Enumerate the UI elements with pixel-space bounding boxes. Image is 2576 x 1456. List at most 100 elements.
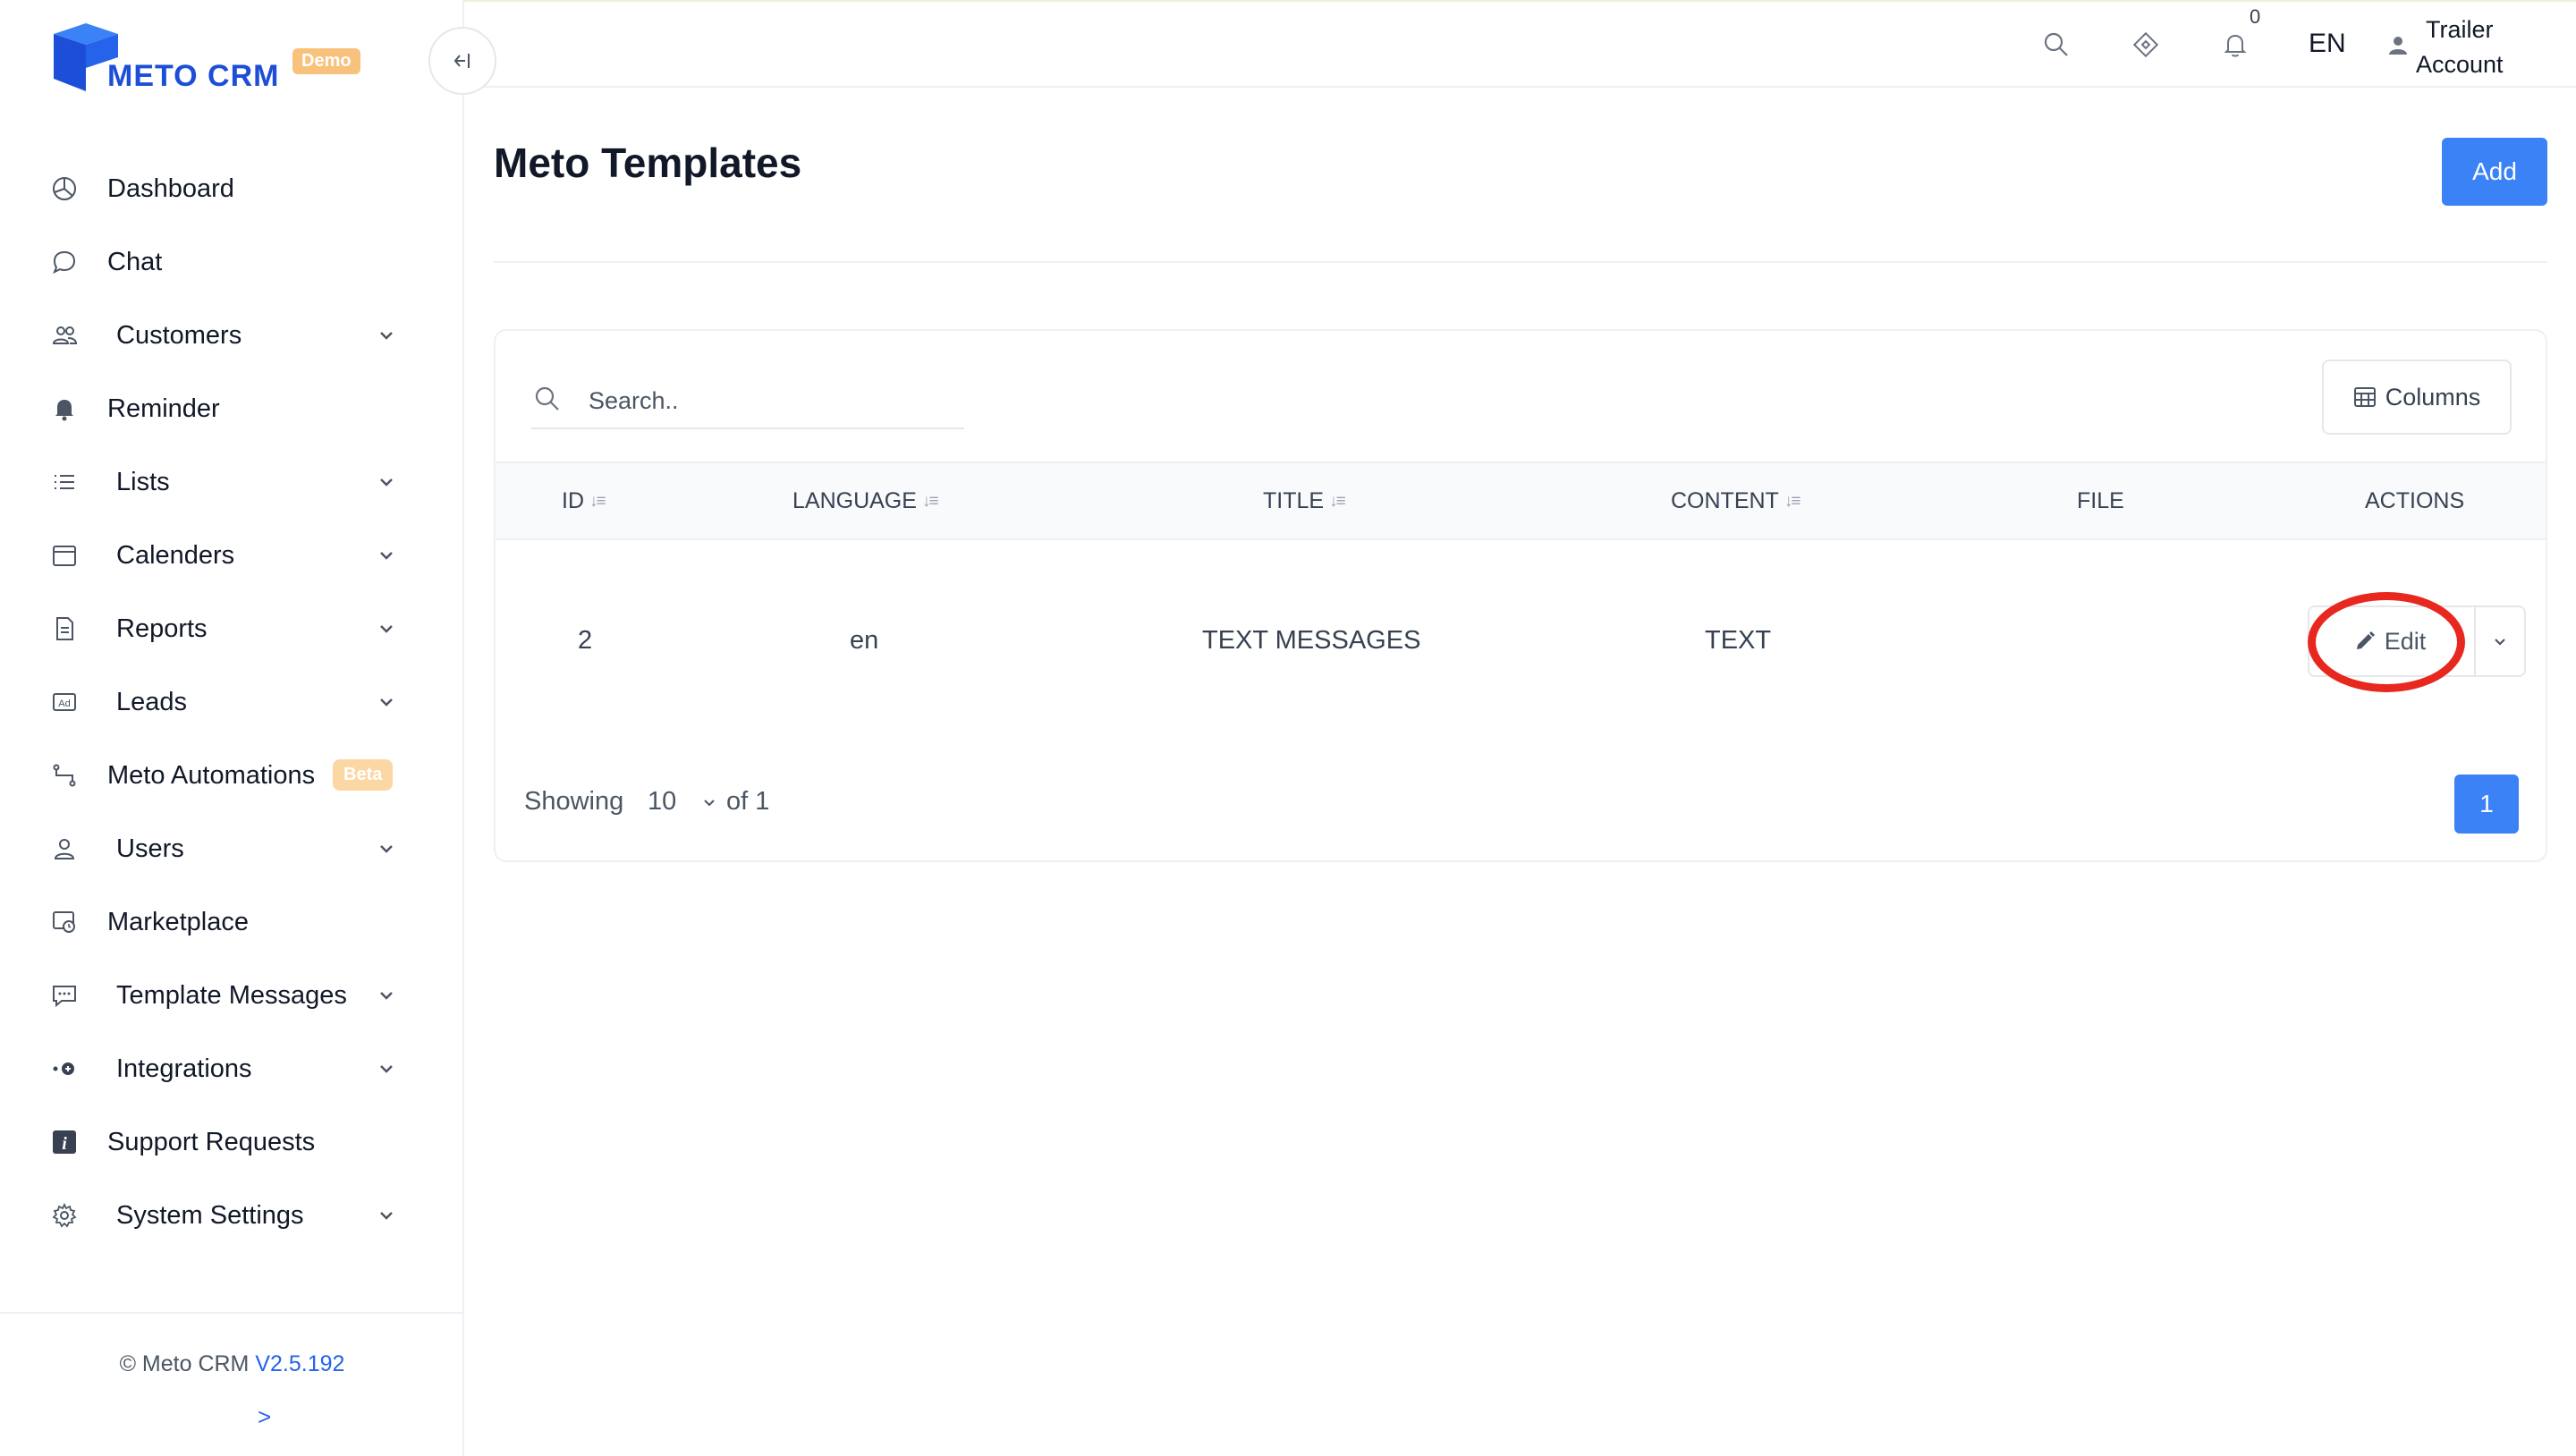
sidebar-item-support-requests[interactable]: i Support Requests (0, 1105, 464, 1179)
sidebar-item-label: Chat (107, 247, 163, 276)
search-icon (535, 386, 559, 411)
search-input[interactable] (589, 383, 946, 419)
user-icon (50, 834, 79, 863)
sidebar-item-label: Support Requests (107, 1127, 316, 1156)
copyright-label: © Meto CRM (119, 1351, 250, 1376)
columns-label: Columns (2385, 383, 2481, 411)
chevron-down-icon[interactable] (374, 616, 399, 641)
sidebar-item-dashboard[interactable]: Dashboard (0, 152, 464, 225)
sidebar-item-users[interactable]: Users (0, 812, 464, 885)
sidebar-item-label: Marketplace (107, 907, 249, 936)
sidebar-item-label: Reports (116, 614, 208, 643)
search-icon[interactable] (2038, 27, 2074, 63)
marketplace-icon (50, 908, 79, 936)
templates-table-card: Columns ID ↓≡ LANGUAGE ↓≡ TITLE ↓≡ CONTE… (494, 329, 2547, 862)
sidebar-item-lists[interactable]: Lists (0, 445, 464, 519)
sort-icon: ↓≡ (589, 491, 606, 511)
sidebar-item-label: Reminder (107, 394, 220, 423)
topbar: 0 EN Trailer Account (464, 0, 2576, 88)
column-header-label: TITLE (1263, 488, 1325, 513)
brand-name: METO CRM (107, 59, 280, 93)
ad-icon: Ad (50, 688, 79, 716)
cell-content: TEXT (1705, 626, 1772, 655)
table-header: ID ↓≡ LANGUAGE ↓≡ TITLE ↓≡ CONTENT ↓≡ FI… (496, 461, 2546, 540)
edit-button[interactable]: Edit (2309, 607, 2470, 675)
cell-title: TEXT MESSAGES (1202, 626, 1421, 655)
sidebar-item-label: Meto Automations (107, 760, 316, 790)
sidebar-item-system-settings[interactable]: System Settings (0, 1179, 464, 1252)
svg-text:Ad: Ad (58, 698, 70, 709)
sort-icon: ↓≡ (921, 491, 939, 511)
per-page-select[interactable]: 10 (648, 787, 676, 817)
automation-icon (50, 761, 79, 790)
sidebar-item-label: Dashboard (107, 174, 234, 203)
sidebar-nav: Dashboard Chat Customers Reminder Lists … (0, 152, 464, 1252)
chevron-down-icon (2495, 639, 2505, 646)
notification-bell-icon[interactable] (2217, 27, 2253, 63)
calendar-icon (50, 541, 79, 570)
column-header-actions: ACTIONS (2365, 488, 2464, 514)
chevron-down-icon[interactable] (374, 470, 399, 495)
chevron-down-icon[interactable] (374, 983, 399, 1008)
language-selector[interactable]: EN (2309, 29, 2346, 59)
sidebar-item-integrations[interactable]: Integrations (0, 1032, 464, 1105)
sidebar-item-label: Lists (116, 467, 170, 496)
cell-language: en (850, 626, 879, 655)
notification-count: 0 (2250, 5, 2261, 28)
column-header-title[interactable]: TITLE ↓≡ (1263, 488, 1346, 514)
column-header-label: LANGUAGE (792, 488, 917, 513)
chevron-down-icon[interactable] (699, 792, 719, 812)
sidebar-item-customers[interactable]: Customers (0, 299, 464, 372)
search-box (531, 374, 964, 429)
chevron-down-icon[interactable] (374, 543, 399, 568)
column-header-id[interactable]: ID ↓≡ (562, 488, 606, 514)
add-button[interactable]: Add (2442, 138, 2547, 206)
column-header-content[interactable]: CONTENT ↓≡ (1671, 488, 1801, 514)
sidebar-item-label: Template Messages (116, 980, 347, 1010)
sidebar-item-meto-automations[interactable]: Meto Automations Beta (0, 739, 464, 812)
bell-filled-icon (50, 394, 79, 423)
sidebar-item-reports[interactable]: Reports (0, 592, 464, 665)
diamond-grid-icon[interactable] (2128, 27, 2164, 63)
account-line-1: Trailer (2426, 16, 2494, 43)
logo[interactable]: METO CRM Demo (48, 21, 370, 93)
copyright-text: © Meto CRM V2.5.192 (0, 1351, 464, 1377)
chat-bubble-icon (50, 248, 79, 276)
sidebar-item-chat[interactable]: Chat (0, 225, 464, 299)
actions-dropdown-toggle[interactable] (2476, 607, 2524, 675)
sidebar-item-marketplace[interactable]: Marketplace (0, 885, 464, 959)
sidebar-item-template-messages[interactable]: Template Messages (0, 959, 464, 1032)
sidebar: METO CRM Demo Dashboard Chat Customers R… (0, 0, 464, 1456)
chevron-down-icon[interactable] (374, 836, 399, 861)
sidebar-item-label: Calenders (116, 540, 235, 570)
sidebar-item-calenders[interactable]: Calenders (0, 519, 464, 592)
users-icon (50, 321, 79, 350)
column-header-language[interactable]: LANGUAGE ↓≡ (792, 488, 939, 514)
collapse-sidebar-button[interactable] (428, 27, 496, 95)
account-line-2: Account (2416, 51, 2504, 78)
showing-label: Showing (524, 787, 624, 816)
chevron-down-icon[interactable] (374, 690, 399, 715)
info-square-icon: i (50, 1128, 79, 1156)
chevron-down-icon[interactable] (374, 323, 399, 348)
sidebar-item-leads[interactable]: Ad Leads (0, 665, 464, 739)
chevron-down-icon[interactable] (374, 1203, 399, 1228)
expand-sidebar-arrow[interactable]: > (258, 1403, 271, 1431)
pie-chart-icon (50, 174, 79, 203)
message-template-icon (50, 981, 79, 1010)
column-header-label: CONTENT (1671, 488, 1779, 513)
account-menu[interactable]: Trailer Account (2416, 13, 2504, 82)
sidebar-item-reminder[interactable]: Reminder (0, 372, 464, 445)
columns-button[interactable]: Columns (2322, 360, 2512, 435)
page-1-button[interactable]: 1 (2454, 775, 2519, 834)
chevron-down-icon[interactable] (374, 1056, 399, 1081)
table-grid-icon (2353, 387, 2376, 407)
page-total-label: of 1 (726, 787, 770, 816)
integration-icon (50, 1054, 79, 1083)
edit-label: Edit (2384, 627, 2427, 655)
sidebar-item-label: Users (116, 834, 184, 863)
column-header-label: FILE (2077, 488, 2124, 513)
version-link[interactable]: V2.5.192 (255, 1351, 344, 1376)
pencil-icon (2356, 631, 2375, 649)
sidebar-item-label: System Settings (116, 1200, 304, 1230)
